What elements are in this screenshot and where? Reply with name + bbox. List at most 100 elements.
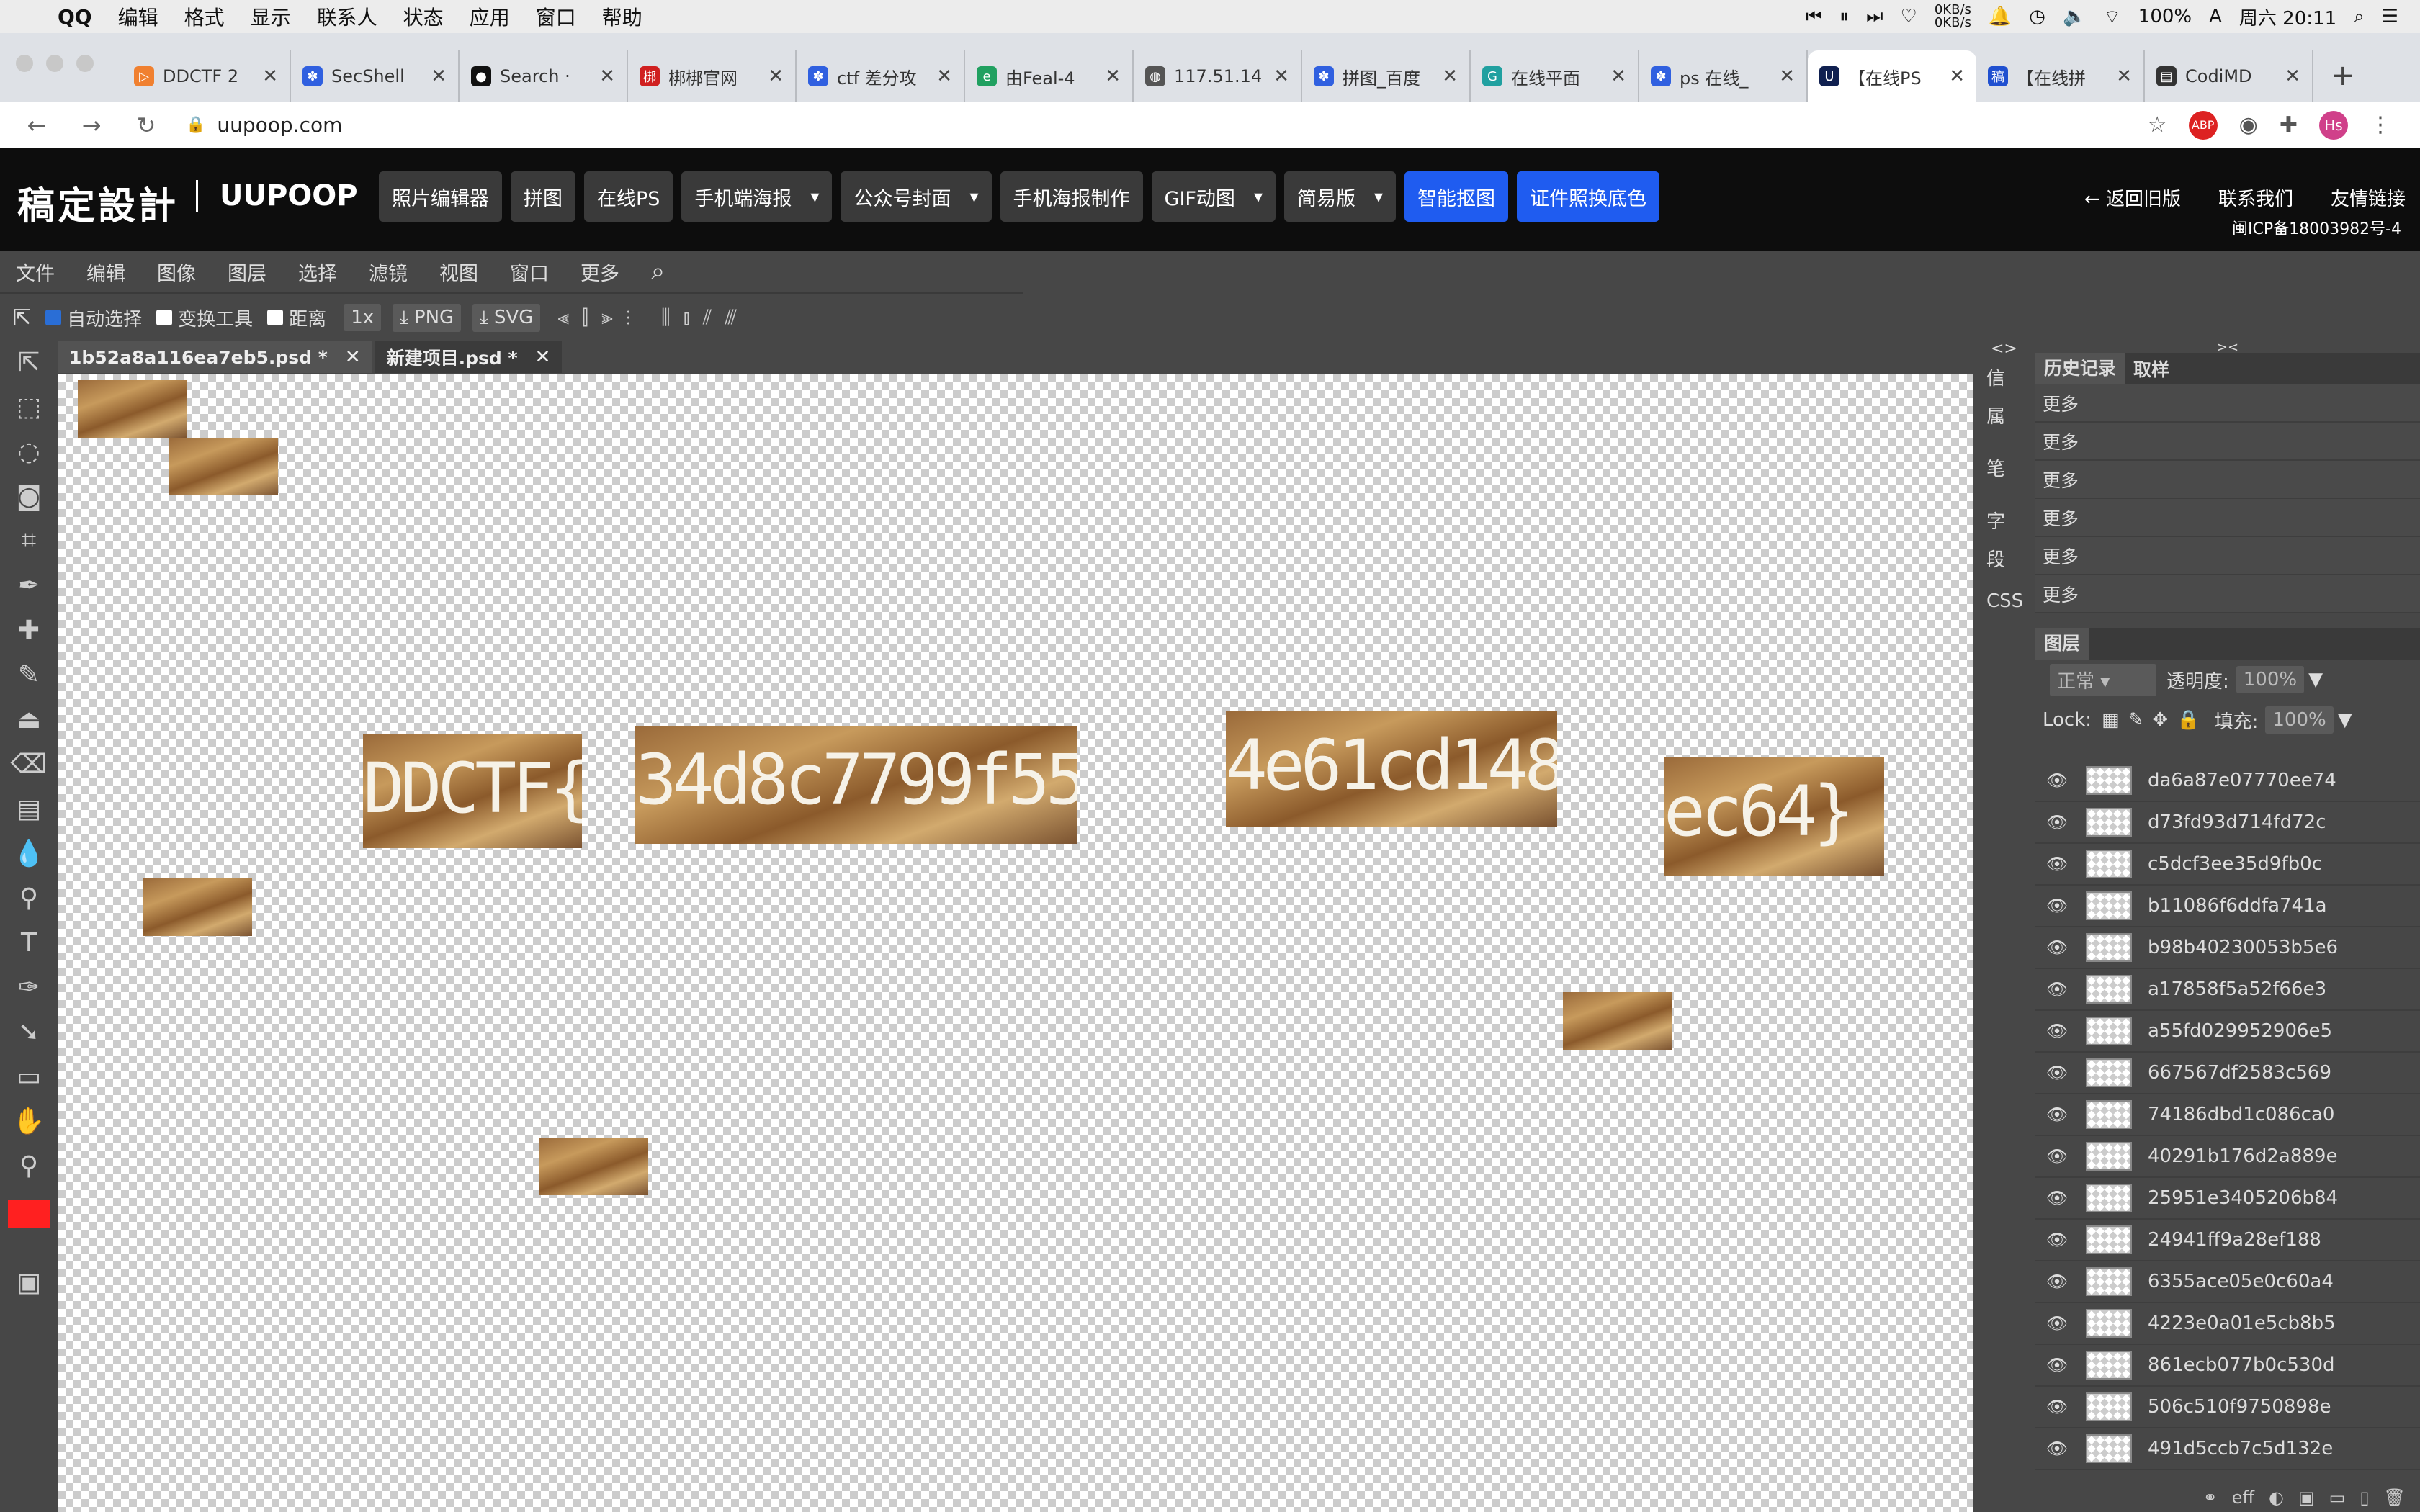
extension-icon[interactable]: ◉ [2239,112,2258,138]
tab-history[interactable]: 历史记录 [2035,353,2125,384]
menu-item[interactable]: 应用 [470,2,510,31]
close-icon[interactable]: ✕ [431,66,447,87]
eye-icon[interactable]: 👁 [2044,1021,2070,1041]
close-icon[interactable]: ✕ [599,66,615,87]
heart-icon[interactable]: ♡ [1901,6,1917,27]
clock-text[interactable]: 周六 20:11 [2239,4,2336,30]
blur-tool-icon[interactable]: 💧 [0,831,58,876]
doc-tab[interactable]: 新建项目.psd * ✕ [375,341,563,373]
menu-view[interactable]: 视图 [439,258,478,286]
site-nav-button[interactable]: 手机海报制作 [1000,171,1143,222]
eye-icon[interactable]: 👁 [2044,1063,2070,1083]
align-icons[interactable]: ⫷⫿⫸⫶ [557,305,644,330]
eye-icon[interactable]: 👁 [2044,1439,2070,1459]
layer-row[interactable]: 👁 d73fd93d714fd72c [2035,802,2420,844]
volume-icon[interactable]: 🔈 [2063,6,2086,27]
dodge-tool-icon[interactable]: ⚲ [0,876,58,920]
panel-properties[interactable]: 属 [1973,396,2031,434]
export-svg-button[interactable]: ⤓ SVG [472,303,541,332]
close-icon[interactable]: ✕ [768,66,784,87]
browser-tab[interactable]: ▤ CodiMD ✕ [2145,50,2313,102]
eye-icon[interactable]: 👁 [2044,979,2070,999]
stamp-tool-icon[interactable]: ⏏ [0,697,58,742]
menu-image[interactable]: 图像 [157,258,196,286]
contact-link[interactable]: 联系我们 [2218,184,2293,211]
wifi-icon[interactable]: ⌔ [2103,5,2120,29]
site-nav-button[interactable]: 拼图 [511,171,575,222]
layer-row[interactable]: 👁 b98b40230053b5e6 [2035,927,2420,969]
fill-input[interactable]: 100% [2265,706,2334,734]
menu-filter[interactable]: 滤镜 [369,258,408,286]
close-icon[interactable]: ✕ [2285,66,2300,87]
eye-icon[interactable]: 👁 [2044,1104,2070,1125]
site-nav-button[interactable]: 在线PS [584,171,673,222]
flag-fragment-4[interactable]: ec64} [1664,757,1884,876]
history-item[interactable]: 更多 [2035,423,2420,461]
layer-row[interactable]: 👁 c5dcf3ee35d9fb0c [2035,844,2420,886]
image-tile[interactable] [1563,992,1672,1050]
layer-row[interactable]: 👁 6355ace05e0c60a4 [2035,1261,2420,1303]
adblock-icon[interactable]: ABP [2188,110,2218,140]
trash-icon[interactable]: 🗑 [2384,1488,2406,1508]
mask-icon[interactable]: ▣ [2298,1488,2315,1508]
site-nav-button[interactable]: 公众号封面 [841,171,992,222]
flag-fragment-1[interactable]: DDCTF{48 [363,734,582,848]
layer-row[interactable]: 👁 667567df2583c569 [2035,1053,2420,1094]
minimize-window-button[interactable] [46,55,63,72]
distribute-icons[interactable]: ⫼⫾⫽⫻ [661,305,750,330]
browser-tab[interactable]: ✽ ctf 差分攻 ✕ [797,50,965,102]
site-nav-button[interactable]: GIF动图 [1151,171,1276,222]
transform-checkbox[interactable]: 变换工具 [156,305,253,331]
layer-row[interactable]: 👁 506c510f9750898e [2035,1387,2420,1428]
lasso-tool-icon[interactable]: ◌ [0,429,58,474]
media-pause-icon[interactable]: ⏸ [1839,6,1849,28]
star-icon[interactable]: ☆ [2148,112,2167,138]
history-item[interactable]: 更多 [2035,384,2420,423]
battery-text[interactable]: 100% [2138,6,2192,27]
canvas[interactable]: DDCTF{48 34d8c7799f559ba 4e61cd1483c ec6… [58,374,1973,1512]
auto-select-checkbox[interactable]: 自动选择 [45,305,142,331]
close-window-button[interactable] [16,55,33,72]
menu-edit[interactable]: 编辑 [86,258,125,286]
close-icon[interactable]: ✕ [1442,66,1458,87]
eye-icon[interactable]: 👁 [2044,1397,2070,1417]
opacity-input[interactable]: 100% [2236,666,2305,693]
brush-tool-icon[interactable]: ✎ [0,652,58,697]
layer-row[interactable]: 👁 da6a87e07770ee74 [2035,760,2420,802]
menu-window[interactable]: 窗口 [510,258,549,286]
zoom-tool-icon[interactable]: ⚲ [0,1143,58,1188]
menu-file[interactable]: 文件 [16,258,55,286]
clock-icon[interactable]: ◷ [2029,6,2045,27]
close-icon[interactable]: ✕ [1610,66,1626,87]
move-tool-icon[interactable]: ⇱ [0,340,58,384]
browser-tab[interactable]: G 在线平面 ✕ [1471,50,1639,102]
quick-select-tool-icon[interactable]: ◙ [0,474,58,518]
site-nav-button[interactable]: 证件照换底色 [1517,171,1660,222]
flag-fragment-2[interactable]: 34d8c7799f559ba [635,726,1077,844]
browser-tab[interactable]: ◍ 117.51.14 ✕ [1134,50,1302,102]
layer-row[interactable]: 👁 b11086f6ddfa741a [2035,886,2420,927]
eye-icon[interactable]: 👁 [2044,1146,2070,1166]
search-icon[interactable]: ⌕ [2354,6,2365,28]
layer-row[interactable]: 👁 a17858f5a52f66e3 [2035,969,2420,1011]
panel-paragraph[interactable]: 段 [1973,539,2031,577]
menu-item[interactable]: 窗口 [536,2,576,31]
fill-dropdown-icon[interactable]: ▼ [2338,709,2352,731]
site-brand[interactable]: UUPOOP [196,180,358,212]
lock-pixels-icon[interactable]: ✎ [2128,709,2144,731]
adjustment-icon[interactable]: ◐ [2269,1488,2284,1508]
image-tile[interactable] [78,380,187,438]
doc-tab[interactable]: 1b52a8a116ea7eb5.psd * ✕ [58,341,372,373]
eye-icon[interactable]: 👁 [2044,812,2070,832]
panel-character[interactable]: 字 [1973,501,2031,539]
close-icon[interactable]: ✕ [1779,66,1795,87]
shape-tool-icon[interactable]: ▭ [0,1054,58,1099]
panel-brush[interactable]: 笔 [1973,449,2031,487]
marquee-tool-icon[interactable]: ⬚ [0,384,58,429]
color-swatches[interactable] [0,1188,58,1260]
panel-info[interactable]: 信 [1973,358,2031,396]
browser-tab[interactable]: 梆梆梆官网 ✕ [628,50,797,102]
crop-tool-icon[interactable]: ⌗ [0,518,58,563]
menu-item[interactable]: 联系人 [317,2,377,31]
close-icon[interactable]: ✕ [1949,66,1965,87]
